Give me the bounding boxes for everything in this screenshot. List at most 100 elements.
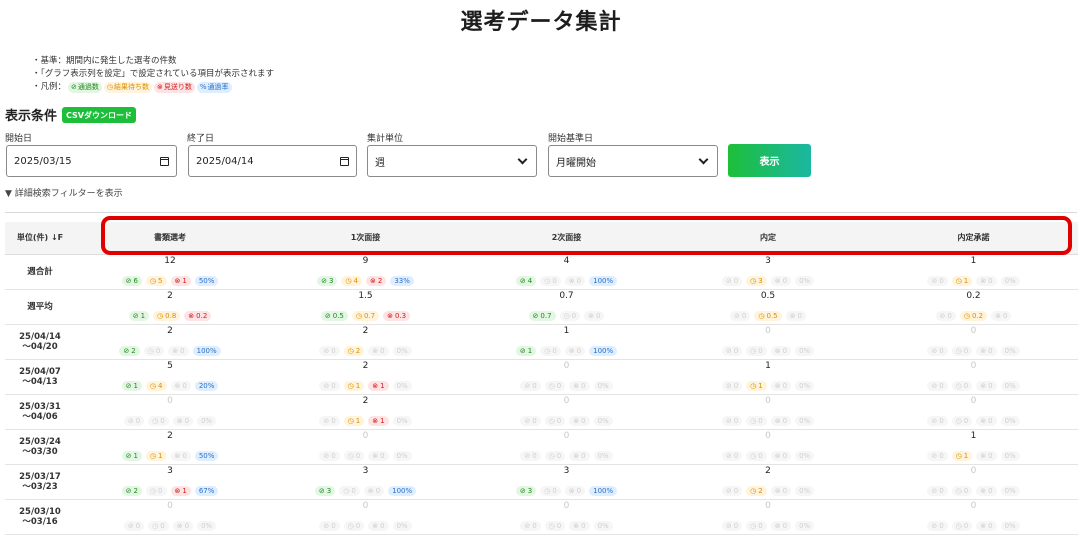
waiting-count-badge: ◷ 0 [559, 311, 581, 321]
badge-group: ⊘ 0.7 ◷ 0 ⊗ 0 [528, 311, 605, 321]
pass-icon: ⊘ [931, 382, 938, 390]
pass-count-badge: ⊘ 0 [927, 381, 948, 391]
badge-group: ⊘ 0 ◷ 0 ⊗ 0 0% [319, 451, 412, 461]
clock-icon: ◷ [750, 452, 757, 460]
data-cell: 0.5 ⊘ 0 ◷ 0.5 ⊗ 0 [667, 289, 869, 325]
page-title: 選考データ集計 [460, 10, 622, 35]
row-label: 25/03/24 〜03/30 [5, 429, 75, 465]
pass-rate-badge: 0% [392, 346, 412, 356]
calendar-icon[interactable] [340, 156, 349, 166]
pass-icon: ⊘ [524, 382, 531, 390]
reject-icon: ⊗ [568, 347, 575, 355]
corner-header[interactable]: 単位(件) ↓F [5, 222, 75, 255]
table-header-row: 単位(件) ↓F 書類選考 1次面接 2次面接 内定 内定承諾 [5, 222, 1078, 255]
cell-total: 0 [563, 431, 570, 441]
clock-icon: ◷ [955, 487, 962, 495]
badge-group: ⊘ 1 ◷ 1 ⊗ 0 50% [121, 451, 219, 461]
pass-count-badge: ⊘ 3 [314, 486, 336, 496]
pass-rate-badge: 0% [795, 276, 815, 286]
rejected-count-badge: ⊗ 0 [976, 451, 997, 461]
divider [5, 212, 1077, 213]
pass-rate-badge: 0% [795, 346, 815, 356]
pass-icon: ⊘ [321, 277, 327, 285]
rejected-count-badge: ⊗ 1 [170, 486, 191, 496]
waiting-count-badge: ◷ 0 [339, 486, 360, 496]
waiting-count-badge: ◷ 1 [951, 451, 973, 461]
rejected-count-badge: ⊗ 0 [770, 346, 792, 356]
badge-group: ⊘ 0 ◷ 0 ⊗ 0 0% [520, 451, 613, 461]
data-cell: 2 ⊘ 0 ◷ 2 ⊗ 0 0% [265, 324, 466, 360]
cell-total: 0 [970, 326, 977, 336]
badge-group: ⊘ 0 ◷ 1 ⊗ 0 0% [927, 451, 1020, 461]
reject-icon: ⊗ [372, 347, 379, 355]
reject-icon: ⊗ [980, 522, 987, 530]
note-basis: ・基準：期間内に発生した選考の件数 [32, 56, 177, 66]
pass-icon: ⊘ [323, 347, 330, 355]
reject-icon: ⊗ [774, 417, 781, 425]
pass-icon: ⊘ [125, 382, 132, 390]
table-row: 週合計 12 ⊘ 6 ◷ 5 ⊗ 1 50% 9 ⊘ 3 ◷ 4 ⊗ 2 33% 4 ⊘ 4 ◷ 0 ⊗ 0 100% 3 ⊘ 0 ◷ 3… [5, 254, 1078, 290]
sort-icon[interactable]: ↓F [51, 233, 63, 242]
data-cell: 1 ⊘ 0 ◷ 1 ⊗ 0 0% [869, 254, 1078, 290]
pass-count-badge: ⊘ 3 [317, 276, 338, 286]
reject-icon: ⊗ [774, 487, 781, 495]
clock-icon: ◷ [955, 522, 962, 530]
rejected-count-badge: ⊗ 0 [569, 451, 590, 461]
base-day-select[interactable]: 月曜開始 [548, 145, 718, 177]
data-cell: 0 ⊘ 0 ◷ 0 ⊗ 0 0% [466, 429, 667, 465]
clock-icon: ◷ [955, 347, 962, 355]
rejected-count-badge: ⊗ 0 [569, 416, 590, 426]
reject-icon: ⊗ [774, 522, 781, 530]
cell-total: 0 [765, 501, 771, 511]
badge-group: ⊘ 0 ◷ 2 ⊗ 0 0% [319, 346, 412, 356]
data-cell: 0 ⊘ 0 ◷ 0 ⊗ 0 0% [667, 324, 869, 360]
cell-total: 2 [362, 396, 369, 406]
badge-group: ⊘ 0 ◷ 0 ⊗ 0 0% [520, 521, 613, 531]
clock-icon: ◷ [955, 417, 962, 425]
pass-rate-badge: 20% [194, 381, 219, 391]
pass-rate-badge: 0% [1000, 521, 1020, 531]
reject-icon: ⊗ [980, 277, 987, 285]
legend-wait: ◷ 結果待ち数 [103, 82, 152, 93]
data-cell: 0 ⊘ 0 ◷ 0 ⊗ 0 0% [869, 394, 1078, 430]
data-cell: 0.2 ⊘ 0 ◷ 0.2 ⊗ 0 [869, 289, 1078, 325]
pass-rate-badge: 50% [194, 451, 219, 461]
row-label: 25/03/10 〜03/16 [5, 499, 75, 535]
rejected-count-badge: ⊗ 0 [770, 381, 792, 391]
pass-rate-badge: 0% [795, 416, 815, 426]
calendar-icon[interactable] [160, 156, 169, 166]
badge-group: ⊘ 0 ◷ 1 ⊗ 1 0% [319, 381, 412, 391]
end-date-input[interactable]: 2025/04/14 [188, 145, 357, 177]
waiting-count-badge: ◷ 0 [343, 521, 365, 531]
clock-icon: ◷ [548, 522, 555, 530]
cell-total: 0 [970, 501, 977, 511]
clock-icon: ◷ [347, 347, 354, 355]
pass-rate-badge: 50% [194, 276, 219, 286]
cell-total: 0 [765, 431, 771, 441]
pass-rate-badge: 67% [194, 486, 219, 496]
clock-icon: ◷ [544, 347, 551, 355]
csv-download-button[interactable]: CSVダウンロード [62, 107, 136, 123]
data-cell: 3 ⊘ 2 ◷ 0 ⊗ 1 67% [75, 464, 265, 500]
pass-icon: ⊘ [931, 522, 938, 530]
filter-toggle[interactable]: ▼ 詳細検索フィルターを表示 [5, 186, 123, 199]
show-button[interactable]: 表示 [728, 144, 811, 177]
reject-icon: ⊗ [995, 312, 1001, 320]
pass-count-badge: ⊘ 3 [515, 486, 537, 496]
cell-total: 1 [765, 361, 771, 371]
cell-total: 1.5 [358, 291, 373, 301]
clock-icon: ◷ [750, 522, 757, 530]
clock-icon: ◷ [347, 417, 354, 425]
cell-total: 0 [362, 501, 369, 511]
cell-total: 0 [970, 466, 977, 476]
pass-rate-badge: 0% [197, 416, 217, 426]
cell-total: 0 [563, 361, 570, 371]
cell-total: 0 [765, 326, 771, 336]
data-cell: 0.7 ⊘ 0.7 ◷ 0 ⊗ 0 [466, 289, 667, 325]
unit-select[interactable]: 週 [367, 145, 537, 177]
badge-group: ⊘ 0 ◷ 1 ⊗ 0 0% [927, 276, 1020, 286]
start-date-input[interactable]: 2025/03/15 [6, 145, 177, 177]
pass-count-badge: ⊘ 0 [123, 416, 145, 426]
reject-icon: ⊗ [573, 522, 580, 530]
rejected-count-badge: ⊗ 0 [172, 521, 194, 531]
